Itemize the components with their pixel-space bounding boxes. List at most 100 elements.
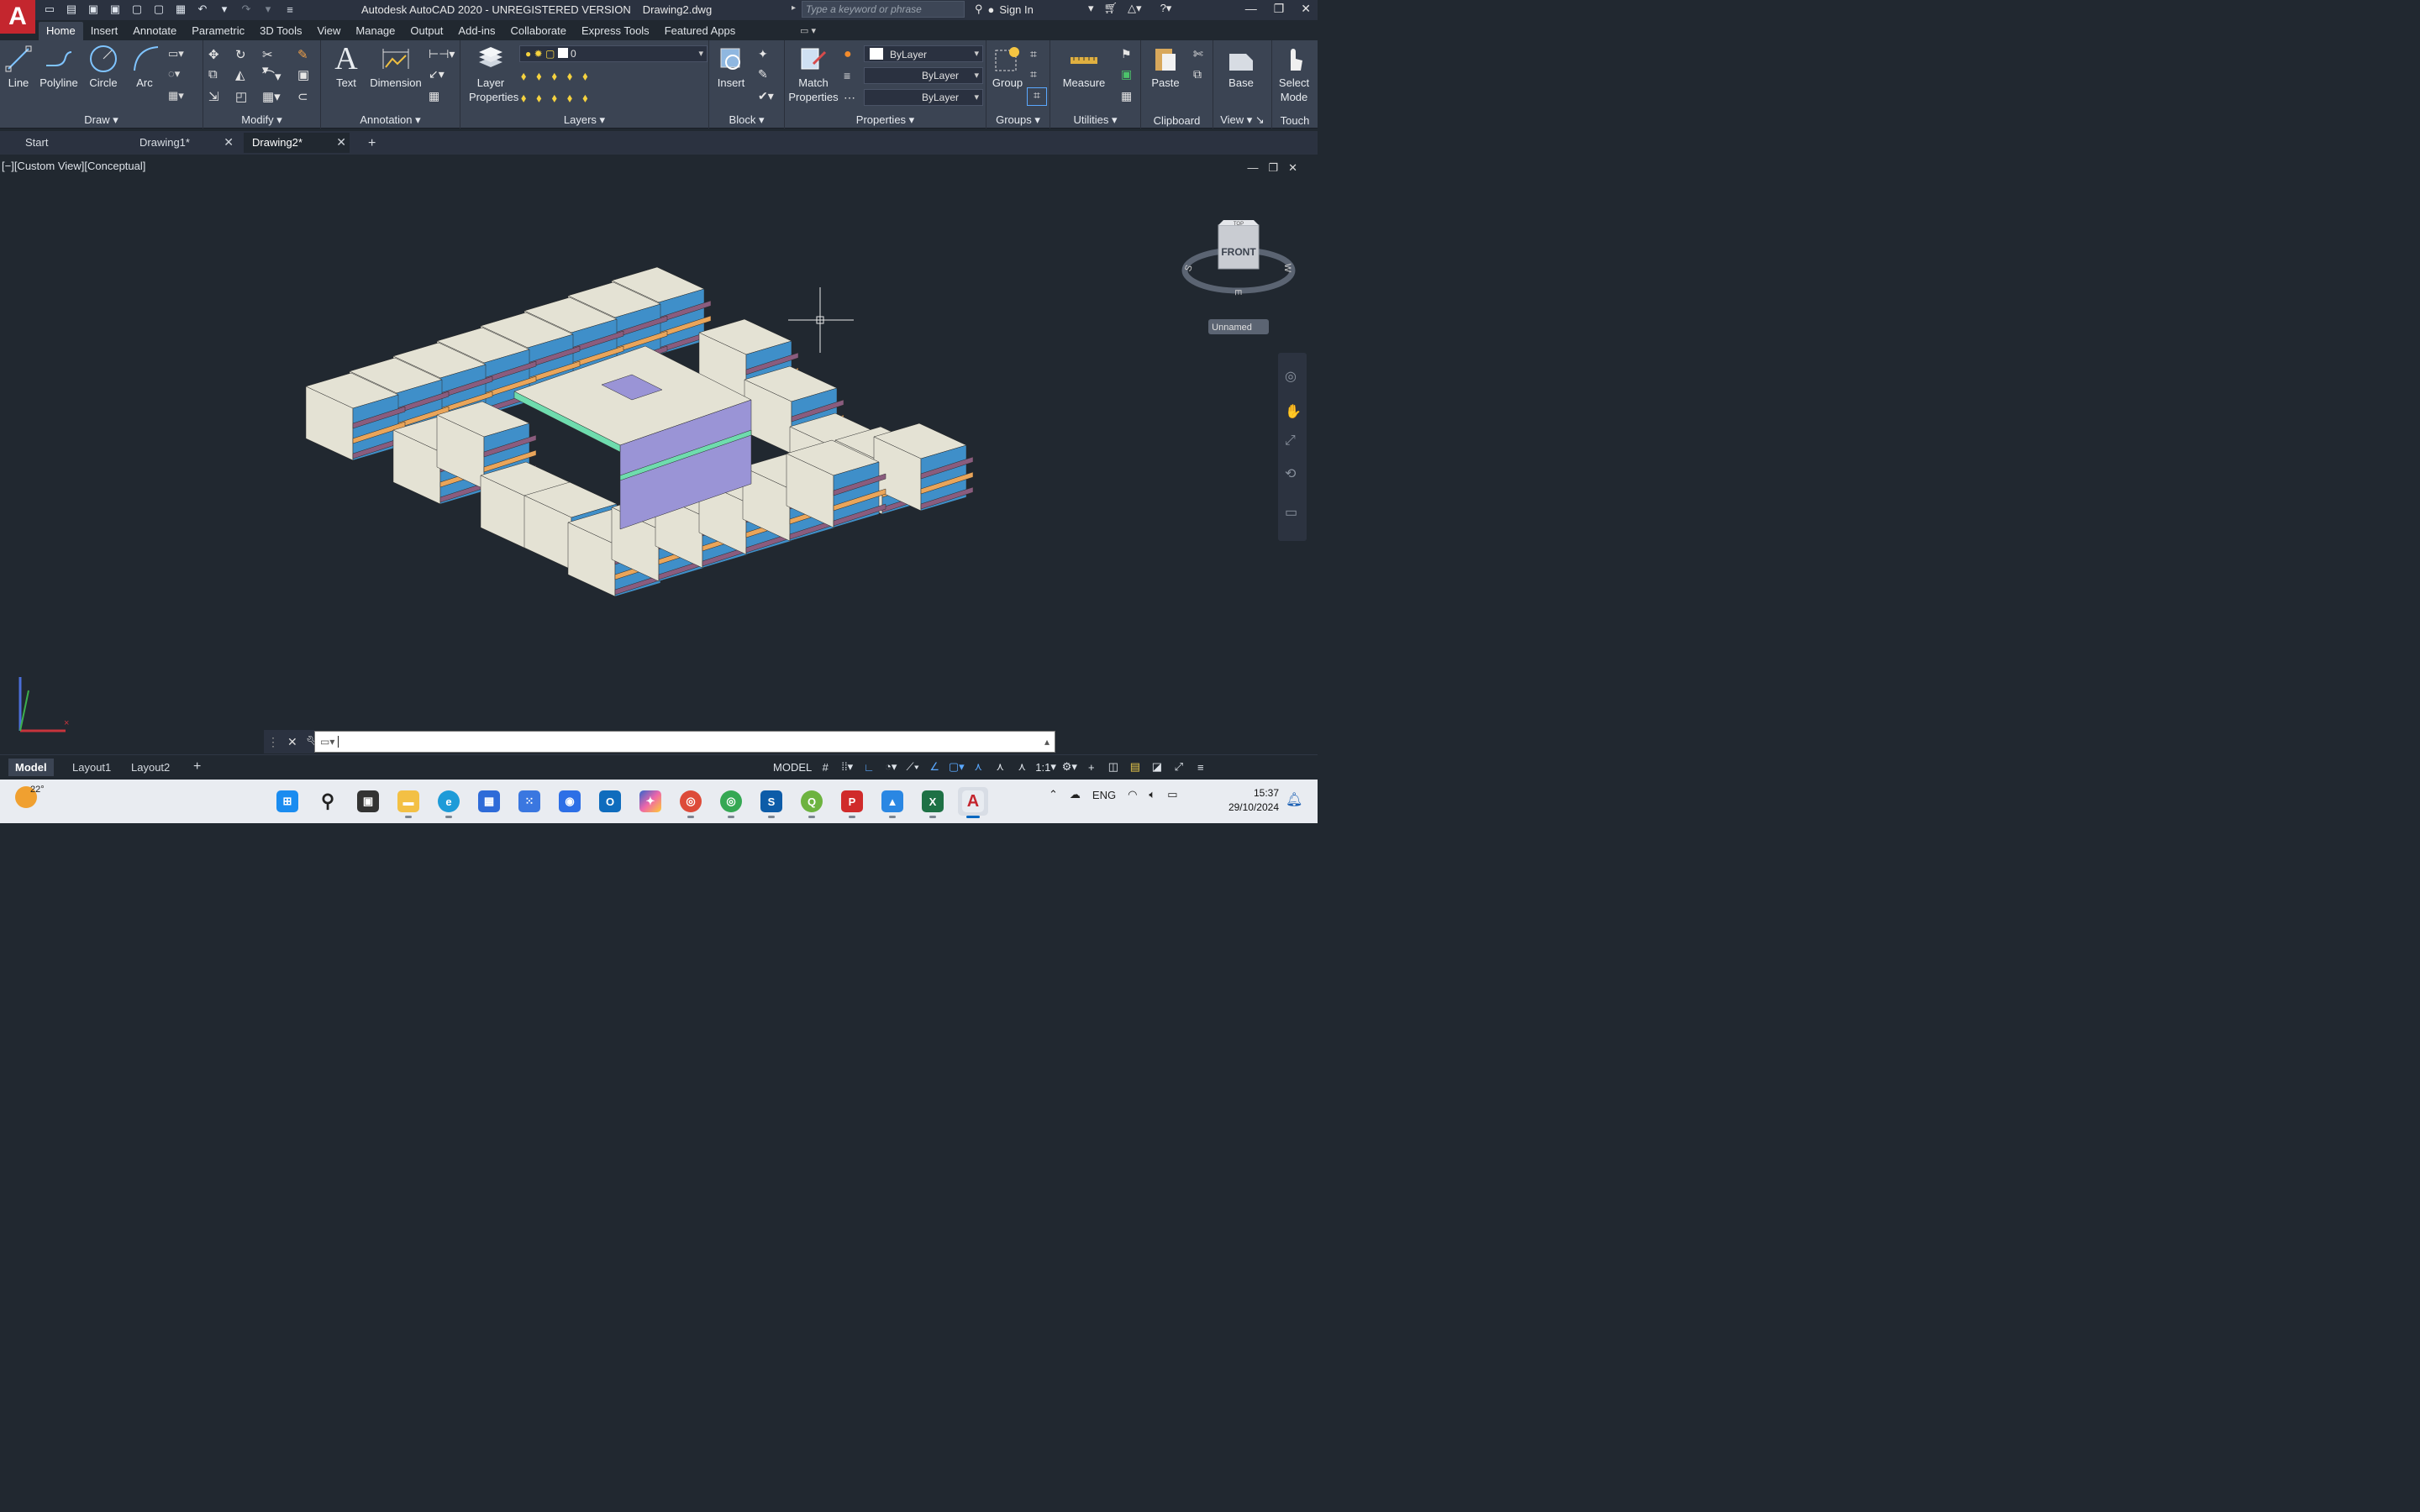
annotation-scale-value[interactable]: 1:1 ▾	[1035, 758, 1056, 776]
auto-scale-icon[interactable]: ⋏	[992, 758, 1008, 776]
tab-view[interactable]: View	[309, 22, 348, 40]
pdf-button[interactable]: P	[837, 787, 867, 818]
binoculars-icon[interactable]: ⚲	[975, 3, 983, 16]
clock[interactable]: 15:37 29/10/2024	[1220, 786, 1279, 815]
quick-properties-icon[interactable]: ▤	[1127, 758, 1144, 776]
minimize-icon[interactable]: —	[1245, 2, 1257, 16]
excel-button[interactable]: X	[918, 787, 948, 818]
linear-dim-icon[interactable]: ⊢⊣▾	[429, 47, 455, 62]
offset-icon[interactable]: ⊂	[297, 89, 314, 104]
tab-annotate[interactable]: Annotate	[125, 22, 184, 40]
tab-featured-apps[interactable]: Featured Apps	[657, 22, 744, 40]
search-button[interactable]: ⚲	[313, 787, 343, 816]
autocad-taskbar-button[interactable]: A	[958, 787, 988, 818]
search-expand-icon[interactable]: ▸	[792, 3, 796, 13]
tab-parametric[interactable]: Parametric	[184, 22, 252, 40]
cut-icon[interactable]: ✄	[1193, 47, 1210, 62]
language-indicator[interactable]: ENG	[1092, 789, 1116, 801]
restore-icon[interactable]: ❐	[1274, 2, 1285, 16]
edge-button[interactable]: e	[434, 787, 464, 818]
insert-block-button[interactable]: Insert	[714, 44, 748, 90]
help-icon[interactable]: ?▾	[1160, 2, 1172, 15]
sign-in-dropdown-icon[interactable]: ▾	[1088, 2, 1094, 15]
select-mode-button[interactable]: Select Mode	[1274, 44, 1314, 104]
plot-icon[interactable]: ▦	[173, 2, 188, 17]
explode-icon[interactable]: ▣	[297, 67, 314, 82]
block-panel-title[interactable]: Block ▾	[709, 113, 784, 127]
chrome-button-1[interactable]: ◎	[676, 787, 706, 818]
select-all-icon[interactable]: ▣	[1121, 67, 1138, 82]
paste-button[interactable]: Paste	[1146, 44, 1185, 90]
start-button[interactable]: ⊞	[272, 787, 302, 816]
groups-panel-title[interactable]: Groups ▾	[986, 113, 1050, 127]
linetype-dropdown[interactable]: ByLayer	[864, 89, 983, 106]
object-snap-tracking-icon[interactable]: ∠	[926, 758, 943, 776]
application-menu-button[interactable]: A	[0, 0, 35, 34]
mirror-icon[interactable]: ◭	[235, 67, 252, 82]
layer-properties-button[interactable]: Layer Properties	[469, 44, 518, 104]
line-button[interactable]: Line	[3, 44, 34, 90]
undo-icon[interactable]: ↶	[195, 2, 210, 17]
annotation-visibility-icon[interactable]: ⋏	[970, 758, 986, 776]
sign-in-area[interactable]: ⚲ ● Sign In	[975, 3, 1034, 16]
dimension-button[interactable]: Dimension	[366, 44, 425, 90]
notifications-bell-icon[interactable]: 🔔︎	[1286, 791, 1302, 808]
app-button-1[interactable]: ⁙	[514, 787, 544, 816]
save-as-icon[interactable]: ▣	[108, 2, 123, 17]
group-selection-icon[interactable]: ⌗	[1027, 87, 1047, 106]
ungroup-icon[interactable]: ⌗	[1030, 47, 1047, 62]
isolate-objects-icon[interactable]: ◪	[1149, 758, 1165, 776]
pan-hand-icon[interactable]: ✋	[1285, 403, 1302, 420]
outlook-button[interactable]: O	[595, 787, 625, 816]
text-button[interactable]: A Text	[329, 43, 363, 90]
save-icon[interactable]: ▣	[86, 2, 101, 17]
wifi-icon[interactable]: ◠	[1128, 788, 1137, 801]
lineweight-dropdown[interactable]: ByLayer	[864, 67, 983, 84]
customization-menu-icon[interactable]: ≡	[1192, 758, 1209, 776]
touch-panel-title[interactable]: Touch	[1272, 114, 1318, 127]
open-folder-icon[interactable]: ▤	[64, 2, 79, 17]
volume-icon[interactable]: 🔈︎	[1149, 788, 1155, 801]
redo-icon[interactable]: ↷	[239, 2, 254, 17]
create-block-icon[interactable]: ✦	[758, 47, 775, 62]
ortho-icon[interactable]: ∟	[860, 758, 877, 776]
navigation-bar[interactable]: ◎ ✋ ⤢ ⟲ ▭	[1278, 353, 1307, 541]
move-icon[interactable]: ✥	[208, 47, 225, 62]
copy-icon[interactable]: ⧉	[208, 67, 225, 82]
open-web-icon[interactable]: ▢	[129, 2, 145, 17]
sketchup-button[interactable]: S	[756, 787, 786, 818]
add-layout-button[interactable]: +	[187, 757, 208, 777]
properties-panel-title[interactable]: Properties ▾	[785, 113, 986, 127]
trim-icon[interactable]: ✂▾	[262, 47, 279, 77]
undo-dropdown-icon[interactable]: ▾	[217, 2, 232, 17]
match-properties-button[interactable]: Match Properties	[786, 44, 840, 104]
chrome-button-2[interactable]: ◎	[716, 787, 746, 818]
table-icon[interactable]: ▦	[429, 89, 445, 104]
viewcube[interactable]: TOP FRONT S E W	[1181, 220, 1296, 296]
save-web-icon[interactable]: ▢	[151, 2, 166, 17]
units-icon[interactable]: ◫	[1105, 758, 1122, 776]
circle-button[interactable]: Circle	[87, 44, 119, 90]
clipboard-panel-title[interactable]: Clipboard	[1141, 114, 1213, 127]
sign-in-label[interactable]: Sign In	[999, 3, 1033, 16]
workspace-gear-icon[interactable]: ⚙▾	[1061, 758, 1078, 776]
boundary-icon[interactable]: ▦▾	[168, 89, 185, 104]
hatch-icon[interactable]: ◌▾	[168, 67, 185, 82]
command-input[interactable]: ▭▾ ▴	[314, 731, 1055, 753]
tab-manage[interactable]: Manage	[348, 22, 402, 40]
close-command-icon[interactable]: ✕	[287, 735, 297, 749]
arc-button[interactable]: Arc	[131, 44, 159, 90]
tray-overflow-icon[interactable]: ⌃	[1049, 788, 1058, 801]
drawing-viewport[interactable]: [−][Custom View][Conceptual] — ❐ ✕ TOP F…	[0, 156, 1307, 754]
utilities-panel-title[interactable]: Utilities ▾	[1050, 113, 1140, 127]
tab-start[interactable]: Start	[17, 133, 126, 153]
layout-tab-model[interactable]: Model	[8, 759, 54, 776]
tab-output[interactable]: Output	[402, 22, 450, 40]
orbit-icon[interactable]: ⟲	[1285, 465, 1296, 482]
zoom-extents-icon[interactable]: ⤢	[1285, 433, 1296, 449]
tab-collaborate[interactable]: Collaborate	[503, 22, 575, 40]
tab-home[interactable]: Home	[39, 22, 83, 40]
layout-tab-layout1[interactable]: Layout1	[66, 759, 118, 776]
steering-wheel-icon[interactable]: ◎	[1285, 368, 1297, 385]
ucs-dropdown[interactable]: Unnamed	[1208, 319, 1269, 334]
